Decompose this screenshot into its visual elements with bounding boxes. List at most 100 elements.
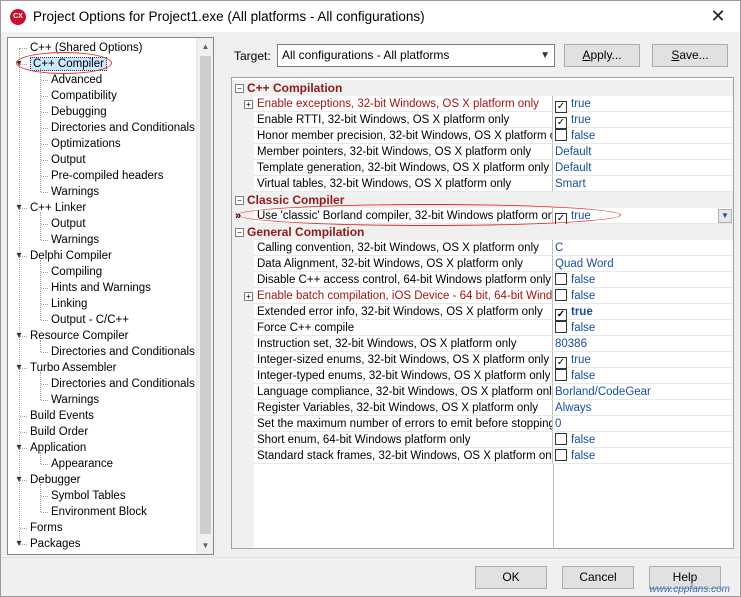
chevron-down-icon[interactable]: ▾: [14, 440, 24, 456]
checkbox-unchecked-icon[interactable]: [555, 369, 567, 381]
apply-button[interactable]: Apply...: [564, 44, 640, 67]
tree-item[interactable]: Compatibility: [51, 88, 117, 104]
category-row[interactable]: − Classic Compiler: [232, 192, 733, 208]
category-row[interactable]: − General Compilation: [232, 224, 733, 240]
close-icon[interactable]: ✕: [706, 5, 730, 27]
property-row[interactable]: + Enable exceptions, 32-bit Windows, OS X…: [232, 96, 733, 113]
property-value[interactable]: false: [554, 320, 733, 336]
tree-scrollbar[interactable]: ▲ ▼: [196, 38, 213, 554]
collapse-icon[interactable]: −: [235, 84, 244, 93]
tree-item[interactable]: Delphi Compiler: [30, 248, 112, 264]
property-row[interactable]: Integer-typed enums, 32-bit Windows, OS …: [232, 368, 733, 384]
property-row[interactable]: Enable RTTI, 32-bit Windows, OS X platfo…: [232, 112, 733, 129]
property-value[interactable]: Borland/CodeGear: [554, 384, 733, 400]
tree-item[interactable]: Packages: [30, 536, 81, 552]
chevron-down-icon[interactable]: ▾: [14, 536, 24, 552]
tree-item[interactable]: Linking: [51, 296, 87, 312]
property-value[interactable]: false: [554, 128, 733, 144]
ok-button[interactable]: OK: [475, 566, 547, 589]
property-value[interactable]: Smart: [554, 176, 733, 192]
property-row[interactable]: » Use 'classic' Borland compiler, 32-bit …: [232, 208, 733, 225]
category-row[interactable]: − C++ Compilation: [232, 80, 733, 96]
property-row[interactable]: Instruction set, 32-bit Windows, OS X pl…: [232, 336, 733, 352]
property-row[interactable]: Force C++ compile false: [232, 320, 733, 336]
property-row[interactable]: Calling convention, 32-bit Windows, OS X…: [232, 240, 733, 256]
tree-item[interactable]: Appearance: [51, 456, 113, 472]
expand-icon[interactable]: +: [244, 100, 253, 109]
tree-item[interactable]: Output: [51, 152, 86, 168]
property-row[interactable]: Extended error info, 32-bit Windows, OS …: [232, 304, 733, 321]
tree-item[interactable]: Resource Compiler: [30, 328, 128, 344]
property-value[interactable]: Always: [554, 400, 733, 416]
property-value[interactable]: Default: [554, 160, 733, 176]
checkbox-unchecked-icon[interactable]: [555, 449, 567, 461]
tree-item[interactable]: Environment Block: [51, 504, 147, 520]
collapse-icon[interactable]: −: [235, 228, 244, 237]
property-row[interactable]: Member pointers, 32-bit Windows, OS X pl…: [232, 144, 733, 160]
expand-icon[interactable]: +: [244, 292, 253, 301]
tree-item[interactable]: Optimizations: [51, 136, 121, 152]
save-button[interactable]: Save...: [652, 44, 728, 67]
chevron-down-icon[interactable]: ▾: [14, 472, 24, 488]
property-grid[interactable]: − C++ Compilation + Enable exceptions, 32-b…: [231, 77, 734, 549]
property-row[interactable]: Standard stack frames, 32-bit Windows, O…: [232, 448, 733, 464]
property-value[interactable]: 0: [554, 416, 733, 432]
checkbox-unchecked-icon[interactable]: [555, 433, 567, 445]
tree-item[interactable]: Warnings: [51, 232, 99, 248]
chevron-down-icon[interactable]: ▾: [14, 200, 24, 216]
property-row[interactable]: Data Alignment, 32-bit Windows, OS X pla…: [232, 256, 733, 272]
tree-item[interactable]: Directories and Conditionals: [51, 120, 195, 136]
tree-item[interactable]: Warnings: [51, 184, 99, 200]
property-value[interactable]: Quad Word: [554, 256, 733, 272]
property-value[interactable]: false: [554, 288, 733, 304]
tree-item[interactable]: Directories and Conditionals: [51, 344, 195, 360]
tree-item[interactable]: C++ Compiler: [30, 56, 107, 72]
tree-item[interactable]: Turbo Assembler: [30, 360, 117, 376]
property-value[interactable]: false: [554, 272, 733, 288]
property-row[interactable]: Disable C++ access control, 64-bit Windo…: [232, 272, 733, 288]
property-value[interactable]: ✓ true: [554, 304, 733, 321]
chevron-down-icon[interactable]: ▾: [14, 328, 24, 344]
tree-item[interactable]: C++ (Shared Options): [30, 40, 143, 56]
tree-item[interactable]: Compiling: [51, 264, 102, 280]
tree-item[interactable]: Directories and Conditionals: [51, 376, 195, 392]
tree-item[interactable]: Hints and Warnings: [51, 280, 151, 296]
property-value[interactable]: false: [554, 368, 733, 384]
property-value[interactable]: false: [554, 432, 733, 448]
scroll-thumb[interactable]: [200, 56, 211, 534]
property-value[interactable]: false: [554, 448, 733, 464]
checkbox-unchecked-icon[interactable]: [555, 273, 567, 285]
tree-item[interactable]: Advanced: [51, 72, 102, 88]
property-row[interactable]: Integer-sized enums, 32-bit Windows, OS …: [232, 352, 733, 369]
tree-item[interactable]: Debugger: [30, 472, 81, 488]
collapse-icon[interactable]: −: [235, 196, 244, 205]
tree-item[interactable]: Symbol Tables: [51, 488, 126, 504]
property-value[interactable]: C: [554, 240, 733, 256]
property-value[interactable]: Default: [554, 144, 733, 160]
property-row[interactable]: Virtual tables, 32-bit Windows, OS X pla…: [232, 176, 733, 192]
chevron-down-icon[interactable]: ▾: [14, 56, 24, 72]
options-tree[interactable]: ▲ ▼ C++ (Shared Options) C++ Compiler ▾ Adv…: [7, 37, 214, 555]
tree-item[interactable]: Output: [51, 216, 86, 232]
cancel-button[interactable]: Cancel: [562, 566, 634, 589]
tree-item[interactable]: Warnings: [51, 392, 99, 408]
column-divider[interactable]: [553, 464, 554, 548]
tree-item[interactable]: Debugging: [51, 104, 107, 120]
tree-item[interactable]: Build Order: [30, 424, 88, 440]
tree-item[interactable]: Pre-compiled headers: [51, 168, 164, 184]
chevron-down-icon[interactable]: ▾: [14, 248, 24, 264]
property-row[interactable]: Set the maximum number of errors to emit…: [232, 416, 733, 432]
property-value[interactable]: ✓ true: [554, 96, 733, 113]
tree-item[interactable]: Application: [30, 440, 86, 456]
checkbox-unchecked-icon[interactable]: [555, 321, 567, 333]
checkbox-unchecked-icon[interactable]: [555, 129, 567, 141]
chevron-down-icon[interactable]: ▾: [14, 360, 24, 376]
property-row[interactable]: + Enable batch compilation, iOS Device - …: [232, 288, 733, 304]
property-row[interactable]: Template generation, 32-bit Windows, OS …: [232, 160, 733, 176]
tree-item[interactable]: C++ Linker: [30, 200, 86, 216]
property-value[interactable]: 80386: [554, 336, 733, 352]
property-value[interactable]: ✓ true: [554, 352, 733, 369]
scroll-up-icon[interactable]: ▲: [197, 38, 213, 55]
chevron-down-icon[interactable]: ▼: [718, 209, 732, 223]
scroll-down-icon[interactable]: ▼: [197, 537, 213, 554]
